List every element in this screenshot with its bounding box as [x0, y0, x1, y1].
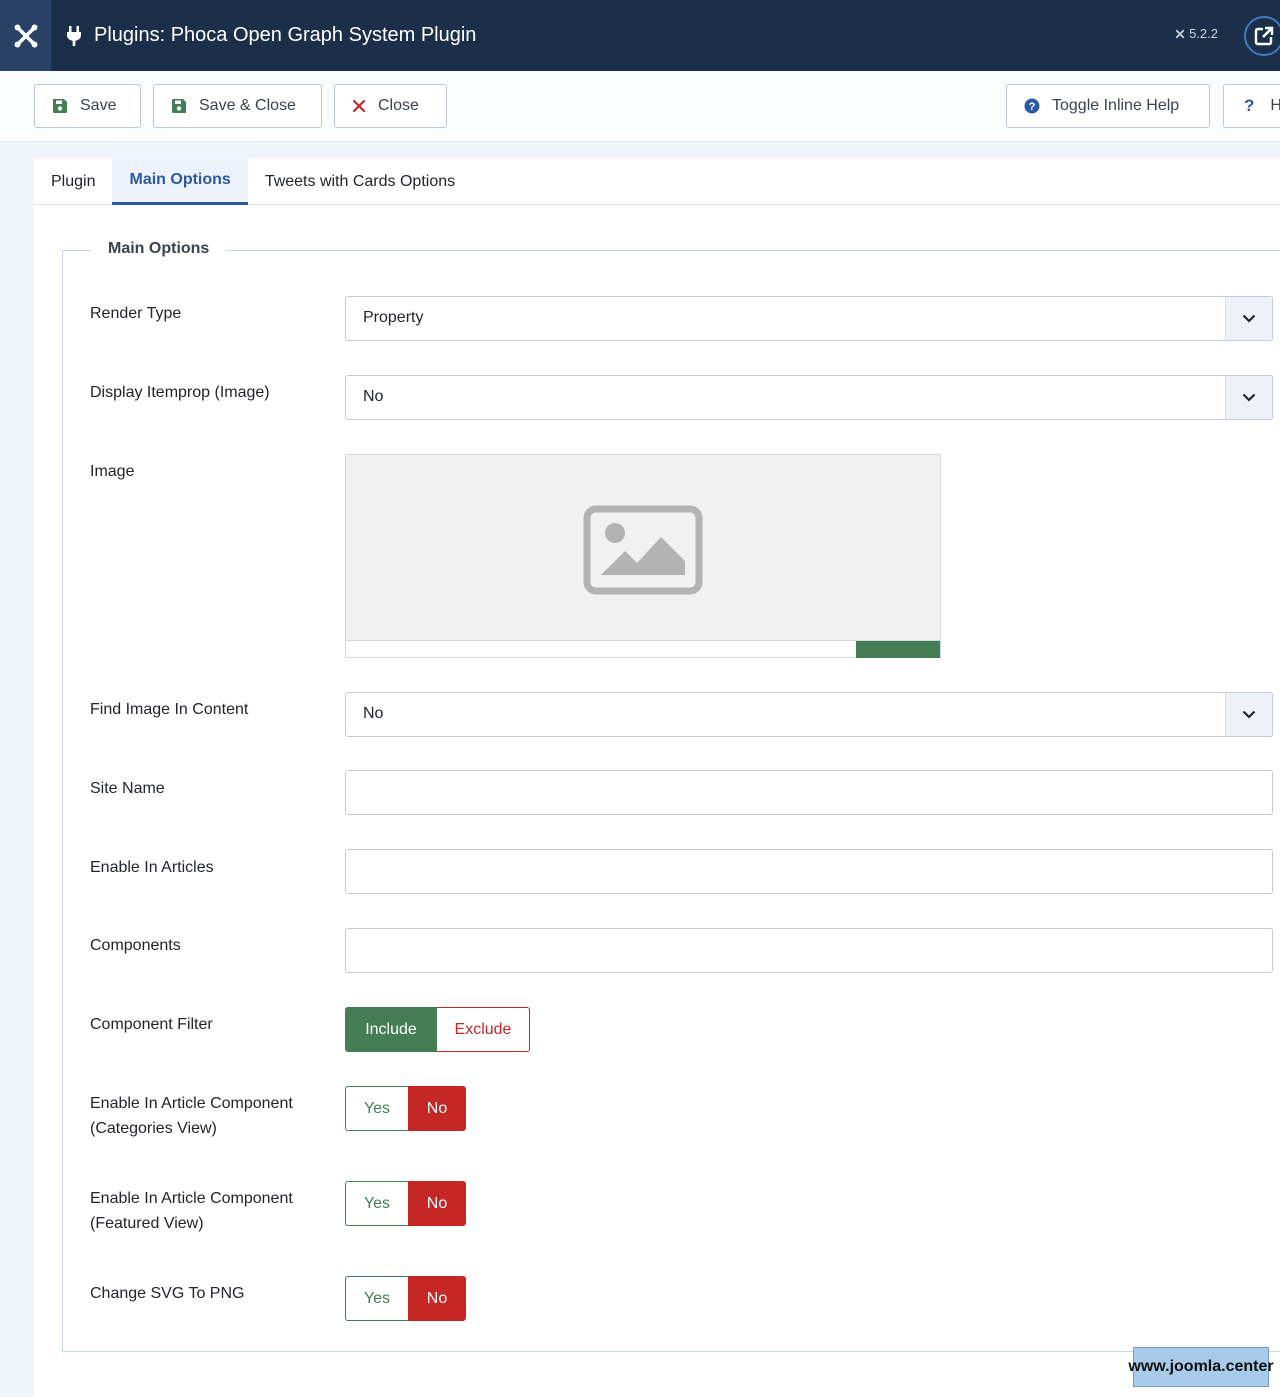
- page-title-text: Plugins: Phoca Open Graph System Plugin: [94, 24, 477, 46]
- tab-tweets-cards-options[interactable]: Tweets with Cards Options: [248, 158, 472, 205]
- component-filter-label: Component Filter: [90, 1016, 213, 1033]
- joomla-small-icon: [1175, 29, 1185, 38]
- render-type-label: Render Type: [90, 305, 182, 322]
- external-link-icon: [1254, 26, 1274, 46]
- joomla-logo[interactable]: [0, 0, 51, 71]
- fieldset-legend: Main Options: [91, 240, 227, 258]
- edit-panel: Plugin Main Options Tweets with Cards Op…: [34, 158, 1280, 1397]
- image-placeholder-icon: [583, 505, 703, 595]
- tab-bar: Plugin Main Options Tweets with Cards Op…: [34, 158, 1280, 205]
- joomla-logo-icon: [14, 24, 37, 47]
- categories-view-label: Enable In Article Component (Categories …: [90, 1091, 293, 1141]
- chevron-down-icon: [1225, 297, 1272, 340]
- display-itemprop-value: No: [363, 388, 384, 405]
- save-close-label: Save & Close: [199, 97, 296, 114]
- save-close-button[interactable]: Save & Close: [153, 84, 322, 128]
- version-text: 5.2.2: [1189, 26, 1218, 41]
- display-itemprop-select[interactable]: No: [345, 375, 1273, 420]
- component-filter-switch: Include Exclude: [345, 1007, 530, 1052]
- render-type-value: Property: [363, 309, 424, 326]
- yes-option[interactable]: Yes: [345, 1181, 408, 1226]
- no-option[interactable]: No: [408, 1276, 466, 1321]
- image-path-bar: [346, 640, 940, 658]
- chevron-down-icon: [1225, 376, 1272, 419]
- svg-png-label: Change SVG To PNG: [90, 1285, 245, 1302]
- featured-view-label-line1: Enable In Article Component: [90, 1190, 293, 1207]
- close-label: Close: [378, 97, 419, 114]
- tab-main-options[interactable]: Main Options: [112, 158, 248, 205]
- categories-view-label-line1: Enable In Article Component: [90, 1095, 293, 1112]
- save-close-icon: [172, 99, 186, 113]
- question-circle-icon: ?: [1024, 98, 1040, 114]
- open-site-button[interactable]: [1244, 16, 1280, 56]
- page-title: Plugins: Phoca Open Graph System Plugin: [64, 0, 476, 71]
- save-button[interactable]: Save: [34, 84, 141, 128]
- help-button[interactable]: ? H: [1223, 84, 1280, 128]
- site-name-label: Site Name: [90, 780, 165, 797]
- toggle-inline-help-button[interactable]: ? Toggle Inline Help: [1006, 84, 1210, 128]
- enable-articles-input[interactable]: [345, 849, 1273, 894]
- version-badge: 5.2.2: [1174, 26, 1218, 41]
- yes-option[interactable]: Yes: [345, 1276, 408, 1321]
- save-icon: [53, 99, 67, 113]
- save-label: Save: [80, 97, 117, 114]
- image-media-field[interactable]: [345, 454, 941, 658]
- find-image-select[interactable]: No: [345, 692, 1273, 737]
- render-type-select[interactable]: Property: [345, 296, 1273, 341]
- components-input[interactable]: [345, 928, 1273, 973]
- help-label: H: [1270, 97, 1280, 115]
- plug-icon: [67, 25, 81, 46]
- featured-view-switch: Yes No: [345, 1181, 466, 1226]
- categories-view-label-line2: (Categories View): [90, 1120, 217, 1137]
- categories-view-switch: Yes No: [345, 1086, 466, 1131]
- select-image-button[interactable]: [856, 641, 940, 658]
- no-option[interactable]: No: [408, 1181, 466, 1226]
- components-label: Components: [90, 937, 181, 954]
- app-header: Plugins: Phoca Open Graph System Plugin …: [0, 0, 1280, 71]
- svg-text:?: ?: [1029, 101, 1036, 113]
- close-button[interactable]: Close: [334, 84, 447, 128]
- yes-option[interactable]: Yes: [345, 1086, 408, 1131]
- chevron-down-icon: [1225, 693, 1272, 736]
- watermark-badge: www.joomla.center: [1128, 1347, 1274, 1387]
- display-itemprop-label: Display Itemprop (Image): [90, 384, 270, 401]
- no-option[interactable]: No: [408, 1086, 466, 1131]
- toggle-help-label: Toggle Inline Help: [1052, 97, 1180, 114]
- featured-view-label-line2: (Featured View): [90, 1215, 204, 1232]
- exclude-option[interactable]: Exclude: [437, 1007, 530, 1052]
- enable-articles-label: Enable In Articles: [90, 859, 214, 876]
- tab-plugin[interactable]: Plugin: [34, 158, 112, 205]
- svg-png-switch: Yes No: [345, 1276, 466, 1321]
- close-icon: [352, 99, 366, 113]
- include-option[interactable]: Include: [345, 1007, 437, 1052]
- find-image-value: No: [363, 705, 384, 722]
- find-image-label: Find Image In Content: [90, 701, 249, 718]
- site-name-input[interactable]: [345, 770, 1273, 815]
- featured-view-label: Enable In Article Component (Featured Vi…: [90, 1186, 293, 1236]
- toolbar: Save Save & Close Close ? Toggle Inline …: [0, 71, 1280, 142]
- image-label: Image: [90, 463, 135, 480]
- question-icon: ?: [1244, 96, 1255, 115]
